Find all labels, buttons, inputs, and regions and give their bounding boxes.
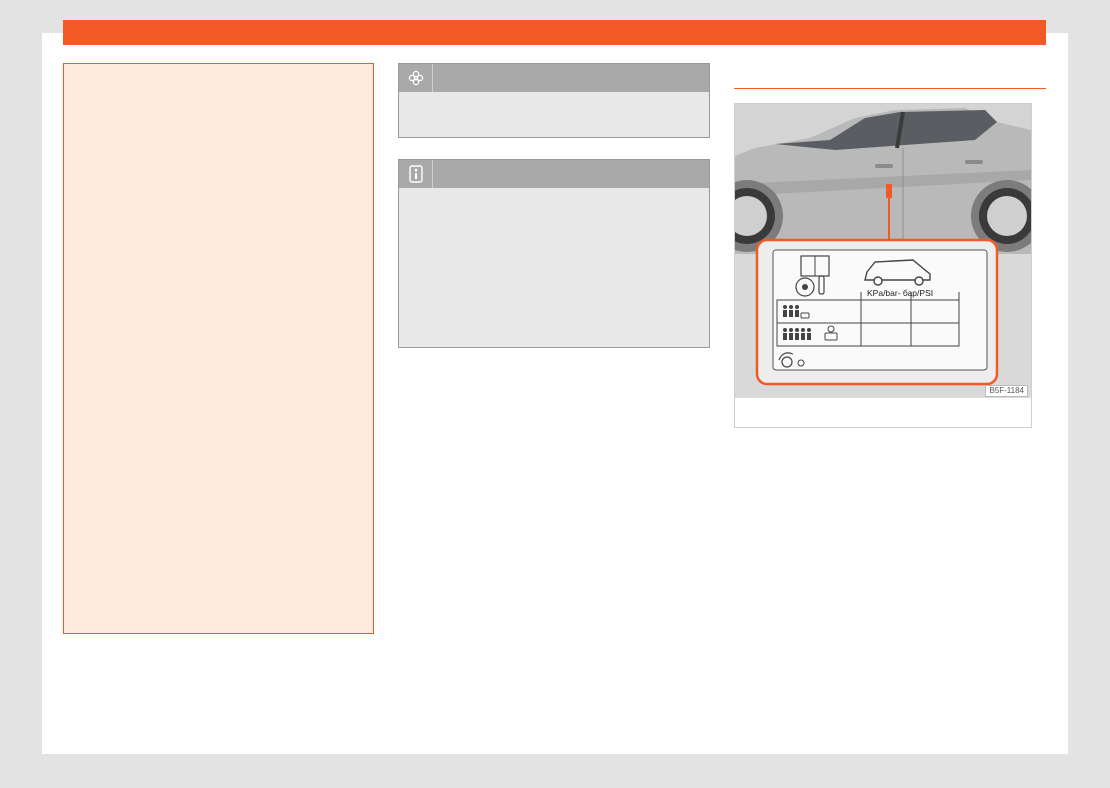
car-illustration: KPa/bar- бар/PSI <box>735 104 1031 398</box>
header-bar <box>63 20 1046 45</box>
information-note <box>398 159 710 348</box>
warning-box <box>63 63 374 634</box>
figure-code: B5F-1184 <box>985 385 1028 397</box>
information-note-header <box>399 160 709 188</box>
figure-caption <box>735 400 1031 427</box>
tyre-pressure-label-figure: KPa/bar- бар/PSI B5F-1184 <box>734 103 1032 428</box>
flower-icon <box>399 64 433 92</box>
info-icon <box>399 160 433 188</box>
label-units-text: KPa/bar- бар/PSI <box>867 288 933 298</box>
section-heading-rule <box>734 63 1046 89</box>
environment-note <box>398 63 710 138</box>
environment-note-header <box>399 64 709 92</box>
